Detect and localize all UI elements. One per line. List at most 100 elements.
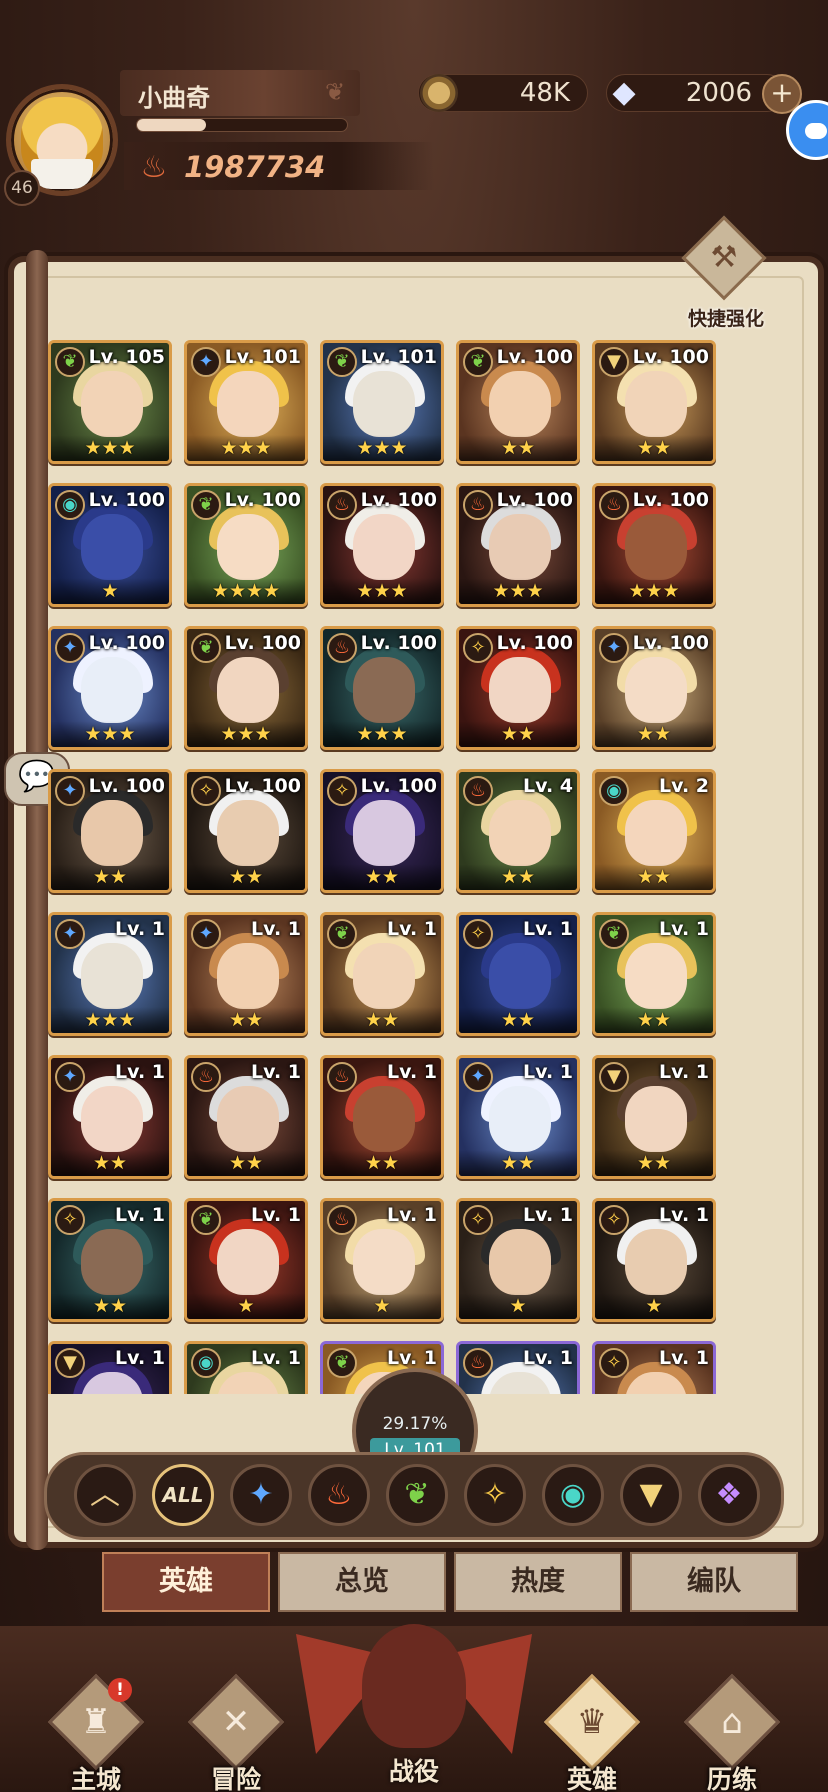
filter-fire-button[interactable]: ♨ (308, 1464, 370, 1526)
power-icon: ♨ (140, 150, 168, 185)
hero-card[interactable]: ▼ Lv. 1 (48, 1341, 172, 1394)
hero-level: Lv. 1 (115, 918, 165, 940)
hero-stars: ★★ (595, 721, 713, 747)
filter-all-button[interactable]: ALL (152, 1464, 214, 1526)
hero-stars: ★★★ (187, 721, 305, 747)
hero-card[interactable]: ❦ Lv. 101 ★★★ (320, 340, 444, 464)
hero-level: Lv. 105 (88, 346, 165, 368)
star-element-icon: ✧ (55, 1205, 85, 1235)
hero-portrait (625, 800, 687, 866)
quick-enhance-button[interactable]: ⚒ 快捷强化 (668, 215, 778, 330)
nature-element-icon: ❦ (463, 347, 493, 377)
hero-level: Lv. 1 (251, 1061, 301, 1083)
hero-card[interactable]: ♨ Lv. 100 ★★★ (592, 483, 716, 607)
filter-star-button[interactable]: ✧ (464, 1464, 526, 1526)
hero-card[interactable]: ♨ Lv. 1 (456, 1341, 580, 1394)
hero-card[interactable]: ♨ Lv. 100 ★★★ (456, 483, 580, 607)
tab-formation[interactable]: 编队 (630, 1552, 798, 1612)
hero-card[interactable]: ♨ Lv. 1 ★ (320, 1198, 444, 1322)
star-element-icon: ✧ (599, 1348, 629, 1378)
hero-card[interactable]: ✧ Lv. 1 ★ (592, 1198, 716, 1322)
hero-card[interactable]: ✧ Lv. 100 ★★ (456, 626, 580, 750)
hero-card[interactable]: ◉ Lv. 1 (184, 1341, 308, 1394)
hero-portrait (625, 1229, 687, 1295)
hero-portrait (489, 514, 551, 580)
hero-level: Lv. 100 (224, 632, 301, 654)
hero-card[interactable]: ❦ Lv. 100 ★★★ (184, 626, 308, 750)
hero-level: Lv. 1 (115, 1061, 165, 1083)
collapse-filter-button[interactable]: ︿ (74, 1464, 136, 1526)
hero-level: Lv. 100 (88, 775, 165, 797)
hero-card[interactable]: ✦ Lv. 100 ★★ (592, 626, 716, 750)
hero-card[interactable]: ▼ Lv. 1 ★★ (592, 1055, 716, 1179)
flourish-icon: ❦ (325, 78, 346, 106)
hero-card[interactable]: ✦ Lv. 100 ★★ (48, 769, 172, 893)
hero-card[interactable]: ✧ Lv. 1 ★★ (48, 1198, 172, 1322)
light-element-icon: ▼ (55, 1348, 85, 1378)
nature-element-icon: ❦ (327, 1348, 357, 1378)
hero-portrait (81, 1086, 143, 1152)
hero-stars: ★★ (323, 1007, 441, 1033)
hero-card[interactable]: ▼ Lv. 100 ★★ (592, 340, 716, 464)
hero-level: Lv. 1 (659, 1061, 709, 1083)
hero-card[interactable]: ❦ Lv. 1 ★★ (592, 912, 716, 1036)
hero-card[interactable]: ❦ Lv. 105 ★★★ (48, 340, 172, 464)
hero-portrait (489, 1086, 551, 1152)
progress-percent: 29.17% (382, 1414, 448, 1434)
nav-training[interactable]: ⌂ 历练 (672, 1673, 792, 1792)
hero-stars: ★★ (187, 1150, 305, 1176)
hero-stars: ★★ (595, 435, 713, 461)
hero-card[interactable]: ✦ Lv. 101 ★★★ (184, 340, 308, 464)
hero-card[interactable]: ✦ Lv. 1 ★★ (48, 1055, 172, 1179)
hero-card[interactable]: ♨ Lv. 1 ★★ (320, 1055, 444, 1179)
hero-portrait (353, 657, 415, 723)
filter-void-button[interactable]: ❖ (698, 1464, 760, 1526)
nav-heroes[interactable]: ♛ 英雄 (532, 1673, 652, 1792)
nav-main-city[interactable]: ♜ ! 主城 (36, 1673, 156, 1792)
hero-card[interactable]: ✧ Lv. 100 ★★ (320, 769, 444, 893)
tab-popularity[interactable]: 热度 (454, 1552, 622, 1612)
hero-card[interactable]: ✧ Lv. 1 (592, 1341, 716, 1394)
hero-portrait (353, 1229, 415, 1295)
nav-campaign-label: 战役 (388, 1757, 439, 1786)
hero-card[interactable]: ✦ Lv. 100 ★★★ (48, 626, 172, 750)
hero-level: Lv. 100 (632, 346, 709, 368)
hero-card[interactable]: ♨ Lv. 100 ★★★ (320, 626, 444, 750)
hero-card[interactable]: ♨ Lv. 4 ★★ (456, 769, 580, 893)
hero-card[interactable]: ♨ Lv. 100 ★★★ (320, 483, 444, 607)
hero-portrait (81, 514, 143, 580)
hero-card[interactable]: ✦ Lv. 1 ★★★ (48, 912, 172, 1036)
fire-element-icon: ♨ (463, 490, 493, 520)
filter-light-button[interactable]: ▼ (620, 1464, 682, 1526)
hero-portrait (217, 1086, 279, 1152)
hero-level: Lv. 101 (224, 346, 301, 368)
hero-card[interactable]: ✧ Lv. 1 ★ (456, 1198, 580, 1322)
nav-campaign[interactable]: 战役 (296, 1604, 532, 1792)
nav-adventure[interactable]: ✕ 冒险 (176, 1673, 296, 1792)
hero-card[interactable]: ✦ Lv. 1 ★★ (184, 912, 308, 1036)
hero-card[interactable]: ◉ Lv. 100 ★ (48, 483, 172, 607)
hero-card[interactable]: ✧ Lv. 1 ★★ (456, 912, 580, 1036)
tab-overview[interactable]: 总览 (278, 1552, 446, 1612)
filter-nature-button[interactable]: ❦ (386, 1464, 448, 1526)
filter-ice-button[interactable]: ✦ (230, 1464, 292, 1526)
hero-stars: ★★ (187, 1007, 305, 1033)
hero-card[interactable]: ◉ Lv. 2 ★★ (592, 769, 716, 893)
filter-eye-button[interactable]: ◉ (542, 1464, 604, 1526)
player-level-badge: 46 (4, 170, 40, 206)
hero-card[interactable]: ❦ Lv. 100 ★★★★ (184, 483, 308, 607)
hero-stars: ★★ (595, 864, 713, 890)
hero-card[interactable]: ❦ Lv. 1 ★★ (320, 912, 444, 1036)
tab-heroes[interactable]: 英雄 (102, 1552, 270, 1612)
hero-level: Lv. 1 (251, 918, 301, 940)
hero-portrait (217, 1229, 279, 1295)
eye-element-icon: ◉ (55, 490, 85, 520)
hero-card[interactable]: ✦ Lv. 1 ★★ (456, 1055, 580, 1179)
hero-card[interactable]: ✧ Lv. 100 ★★ (184, 769, 308, 893)
nature-element-icon: ❦ (191, 1205, 221, 1235)
hero-card[interactable]: ❦ Lv. 100 ★★ (456, 340, 580, 464)
hero-card[interactable]: ❦ Lv. 1 ★ (184, 1198, 308, 1322)
hero-card[interactable]: ♨ Lv. 1 ★★ (184, 1055, 308, 1179)
dragon-icon (362, 1624, 466, 1748)
nature-element-icon: ❦ (327, 347, 357, 377)
